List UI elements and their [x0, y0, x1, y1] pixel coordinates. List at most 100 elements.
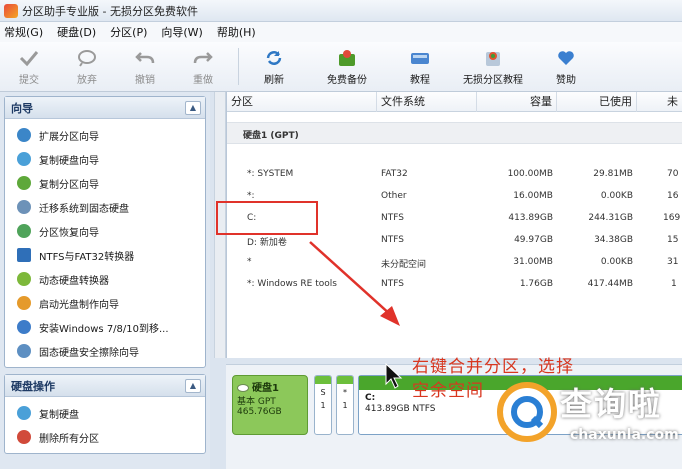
collapse-icon[interactable]: ▲: [185, 100, 201, 115]
redo-button[interactable]: 重做: [174, 42, 232, 91]
heart-icon: [555, 48, 577, 68]
discard-button[interactable]: 放弃: [58, 42, 116, 91]
cell-partition: D: 新加卷: [247, 238, 287, 248]
wizard-item-label: 迁移系统到固态硬盘: [39, 203, 129, 215]
backup-icon: [336, 48, 358, 68]
toolbar-divider: [238, 48, 239, 85]
disk-group-row[interactable]: 硬盘1 (GPT): [227, 122, 682, 144]
disk-ops-header: 硬盘操作 ▲: [5, 375, 205, 397]
op-delete-all[interactable]: 删除所有分区: [5, 425, 205, 449]
highlight-box: [216, 201, 318, 235]
wizard-dynamic-disk[interactable]: 动态硬盘转换器: [5, 267, 205, 291]
disk-ops-group: 硬盘操作 ▲ 复制硬盘 删除所有分区: [4, 374, 206, 454]
col-unused[interactable]: 未: [637, 92, 682, 112]
cell-used: 29.81MB: [593, 169, 633, 179]
wizard-item-label: NTFS与FAT32转换器: [39, 251, 135, 263]
cell-capacity: 413.89GB: [508, 213, 553, 223]
menu-general[interactable]: 常规(G): [4, 24, 43, 40]
col-capacity[interactable]: 容量: [477, 92, 557, 112]
dynamic-disk-icon: [17, 272, 31, 286]
menu-partition[interactable]: 分区(P): [110, 24, 147, 40]
free-backup-button[interactable]: 免费备份: [303, 42, 391, 91]
discard-icon: [76, 48, 98, 68]
op-label: 复制硬盘: [39, 409, 79, 421]
discard-label: 放弃: [77, 74, 97, 86]
menu-wizard[interactable]: 向导(W): [161, 24, 202, 40]
op-copy-disk[interactable]: 复制硬盘: [5, 401, 205, 425]
wizard-copy-disk[interactable]: 复制硬盘向导: [5, 147, 205, 171]
wizard-copy-partition[interactable]: 复制分区向导: [5, 171, 205, 195]
undo-icon: [134, 48, 156, 68]
col-partition[interactable]: 分区: [227, 92, 377, 112]
table-row[interactable]: * 未分配空间 31.00MB 0.00KB 31: [227, 252, 682, 274]
cell-unused: 1: [671, 279, 677, 289]
cell-partition: *:: [247, 191, 255, 201]
lossless-icon: [482, 48, 504, 68]
disk-name: 硬盘1: [252, 383, 279, 394]
wizard-group: 向导 ▲ 扩展分区向导 复制硬盘向导 复制分区向导 迁移系统到固态硬盘 分区恢复…: [4, 96, 206, 368]
wizard-item-label: 安装Windows 7/8/10到移...: [39, 323, 169, 335]
commit-label: 提交: [19, 74, 39, 86]
col-used[interactable]: 已使用: [557, 92, 637, 112]
undo-button[interactable]: 撤销: [116, 42, 174, 91]
wizard-migrate-ssd[interactable]: 迁移系统到固态硬盘: [5, 195, 205, 219]
disk-ops-list: 复制硬盘 删除所有分区: [5, 397, 205, 453]
table-row[interactable]: *: SYSTEM FAT32 100.00MB 29.81MB 70: [227, 164, 682, 186]
wizard-item-label: 分区恢复向导: [39, 227, 99, 239]
menu-help[interactable]: 帮助(H): [217, 24, 256, 40]
migrate-icon: [17, 200, 31, 214]
disk-size: 465.76GB: [237, 407, 282, 417]
watermark: 查询啦 chaxunla.com: [492, 369, 682, 469]
copy-disk-icon: [17, 152, 31, 166]
disk-type: 基本 GPT: [237, 397, 276, 407]
table-header: 分区 文件系统 容量 已使用 未: [227, 92, 682, 112]
wizard-bootable-cd[interactable]: 启动光盘制作向导: [5, 291, 205, 315]
menu-disk[interactable]: 硬盘(D): [57, 24, 96, 40]
tutorial-button[interactable]: 教程: [391, 42, 449, 91]
refresh-button[interactable]: 刷新: [245, 42, 303, 91]
redo-label: 重做: [193, 74, 213, 86]
cell-unused: 31: [667, 257, 679, 267]
partition-letter: *: [343, 388, 347, 397]
cell-filesystem: NTFS: [381, 213, 404, 223]
wizard-ntfs-fat32[interactable]: NTFS与FAT32转换器: [5, 243, 205, 267]
lossless-tutorial-button[interactable]: 无损分区教程: [449, 42, 537, 91]
windows-icon: [17, 320, 31, 334]
wizard-install-windows[interactable]: 安装Windows 7/8/10到移...: [5, 315, 205, 339]
cell-used: 417.44MB: [587, 279, 633, 289]
redo-icon: [192, 48, 214, 68]
title-bar: 分区助手专业版 - 无损分区免费软件: [0, 0, 682, 22]
usage-bar: [337, 376, 353, 384]
wizard-list: 扩展分区向导 复制硬盘向导 复制分区向导 迁移系统到固态硬盘 分区恢复向导 NT…: [5, 119, 205, 367]
disk-tutorial-icon: [409, 48, 431, 68]
partition-block-system[interactable]: S 1: [314, 375, 332, 435]
watermark-logo-icon: [497, 382, 557, 442]
menu-bar: 常规(G) 硬盘(D) 分区(P) 向导(W) 帮助(H): [0, 22, 682, 42]
partition-block-other[interactable]: * 1: [336, 375, 354, 435]
partition-letter: S: [320, 388, 326, 397]
cd-icon: [17, 296, 31, 310]
wizard-ssd-erase[interactable]: 固态硬盘安全擦除向导: [5, 339, 205, 363]
cell-partition: *: SYSTEM: [247, 169, 294, 179]
cell-filesystem: Other: [381, 191, 407, 201]
wizard-group-header: 向导 ▲: [5, 97, 205, 119]
checkmark-icon: [18, 48, 40, 68]
cell-unused: 15: [667, 235, 679, 245]
wizard-item-label: 固态硬盘安全擦除向导: [39, 347, 139, 359]
copy-partition-icon: [17, 176, 31, 190]
toolbar: 提交 放弃 撤销 重做 刷新 免费备份 教程 无损分区教程 赞助: [0, 42, 682, 92]
wizard-partition-recovery[interactable]: 分区恢复向导: [5, 219, 205, 243]
disk-block[interactable]: 硬盘1 基本 GPT 465.76GB: [232, 375, 308, 435]
cell-capacity: 31.00MB: [513, 257, 553, 267]
disk-icon: [237, 384, 249, 392]
commit-button[interactable]: 提交: [0, 42, 58, 91]
copy-disk-icon: [17, 406, 31, 420]
watermark-en: chaxunla.com: [570, 427, 679, 443]
table-row[interactable]: *: Windows RE tools NTFS 1.76GB 417.44MB…: [227, 274, 682, 296]
disk-ops-title: 硬盘操作: [11, 379, 55, 393]
col-filesystem[interactable]: 文件系统: [377, 92, 477, 112]
wizard-extend-partition[interactable]: 扩展分区向导: [5, 123, 205, 147]
collapse-icon[interactable]: ▲: [185, 378, 201, 393]
donate-button[interactable]: 赞助: [537, 42, 595, 91]
cell-capacity: 1.76GB: [519, 279, 553, 289]
